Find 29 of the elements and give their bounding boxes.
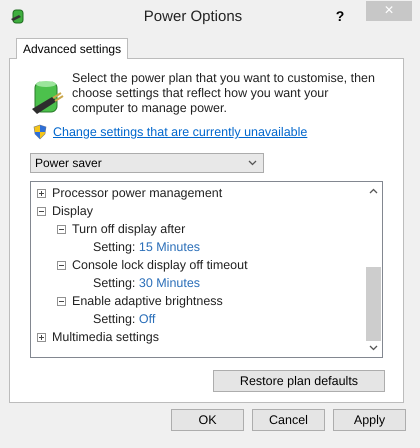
collapse-icon[interactable] (37, 206, 46, 216)
collapse-icon[interactable] (57, 224, 66, 234)
setting-value[interactable]: Setting: 30 Minutes (93, 276, 200, 290)
restore-defaults-button[interactable]: Restore plan defaults (213, 370, 385, 392)
tree-item[interactable]: Multimedia settings (52, 330, 159, 344)
chevron-up-icon[interactable] (369, 188, 378, 194)
change-settings-link[interactable]: Change settings that are currently unavailable (53, 125, 308, 139)
chevron-down-icon[interactable] (369, 345, 378, 351)
tree-item[interactable]: Display (52, 204, 93, 218)
tree-item[interactable]: Console lock display off timeout (72, 258, 248, 272)
dialog-button[interactable]: Apply (333, 409, 406, 431)
collapse-icon[interactable] (57, 260, 66, 270)
setting-value[interactable]: Setting: 15 Minutes (93, 240, 200, 254)
plan-dropdown[interactable]: Power saver (30, 153, 264, 173)
setting-value[interactable]: Setting: Off (93, 312, 156, 326)
help-button[interactable]: ? (328, 7, 352, 25)
tree-item[interactable]: Turn off display after (72, 222, 186, 236)
expand-icon[interactable] (37, 332, 46, 342)
shield-icon (33, 124, 47, 140)
expand-icon[interactable] (37, 188, 46, 198)
tree-item[interactable]: Enable adaptive brightness (72, 294, 223, 308)
collapse-icon[interactable] (57, 296, 66, 306)
dialog-button[interactable]: OK (171, 409, 244, 431)
dialog-button[interactable]: Cancel (252, 409, 325, 431)
instruction-text: Select the power plan that you want to customise, then choose settings that reflect how you want your computer to manage power. (72, 71, 376, 117)
tree-item[interactable]: Processor power management (52, 186, 222, 200)
chevron-down-icon (248, 160, 257, 166)
window-title: Power Options (142, 8, 244, 24)
tab[interactable]: Advanced settings (16, 38, 128, 59)
